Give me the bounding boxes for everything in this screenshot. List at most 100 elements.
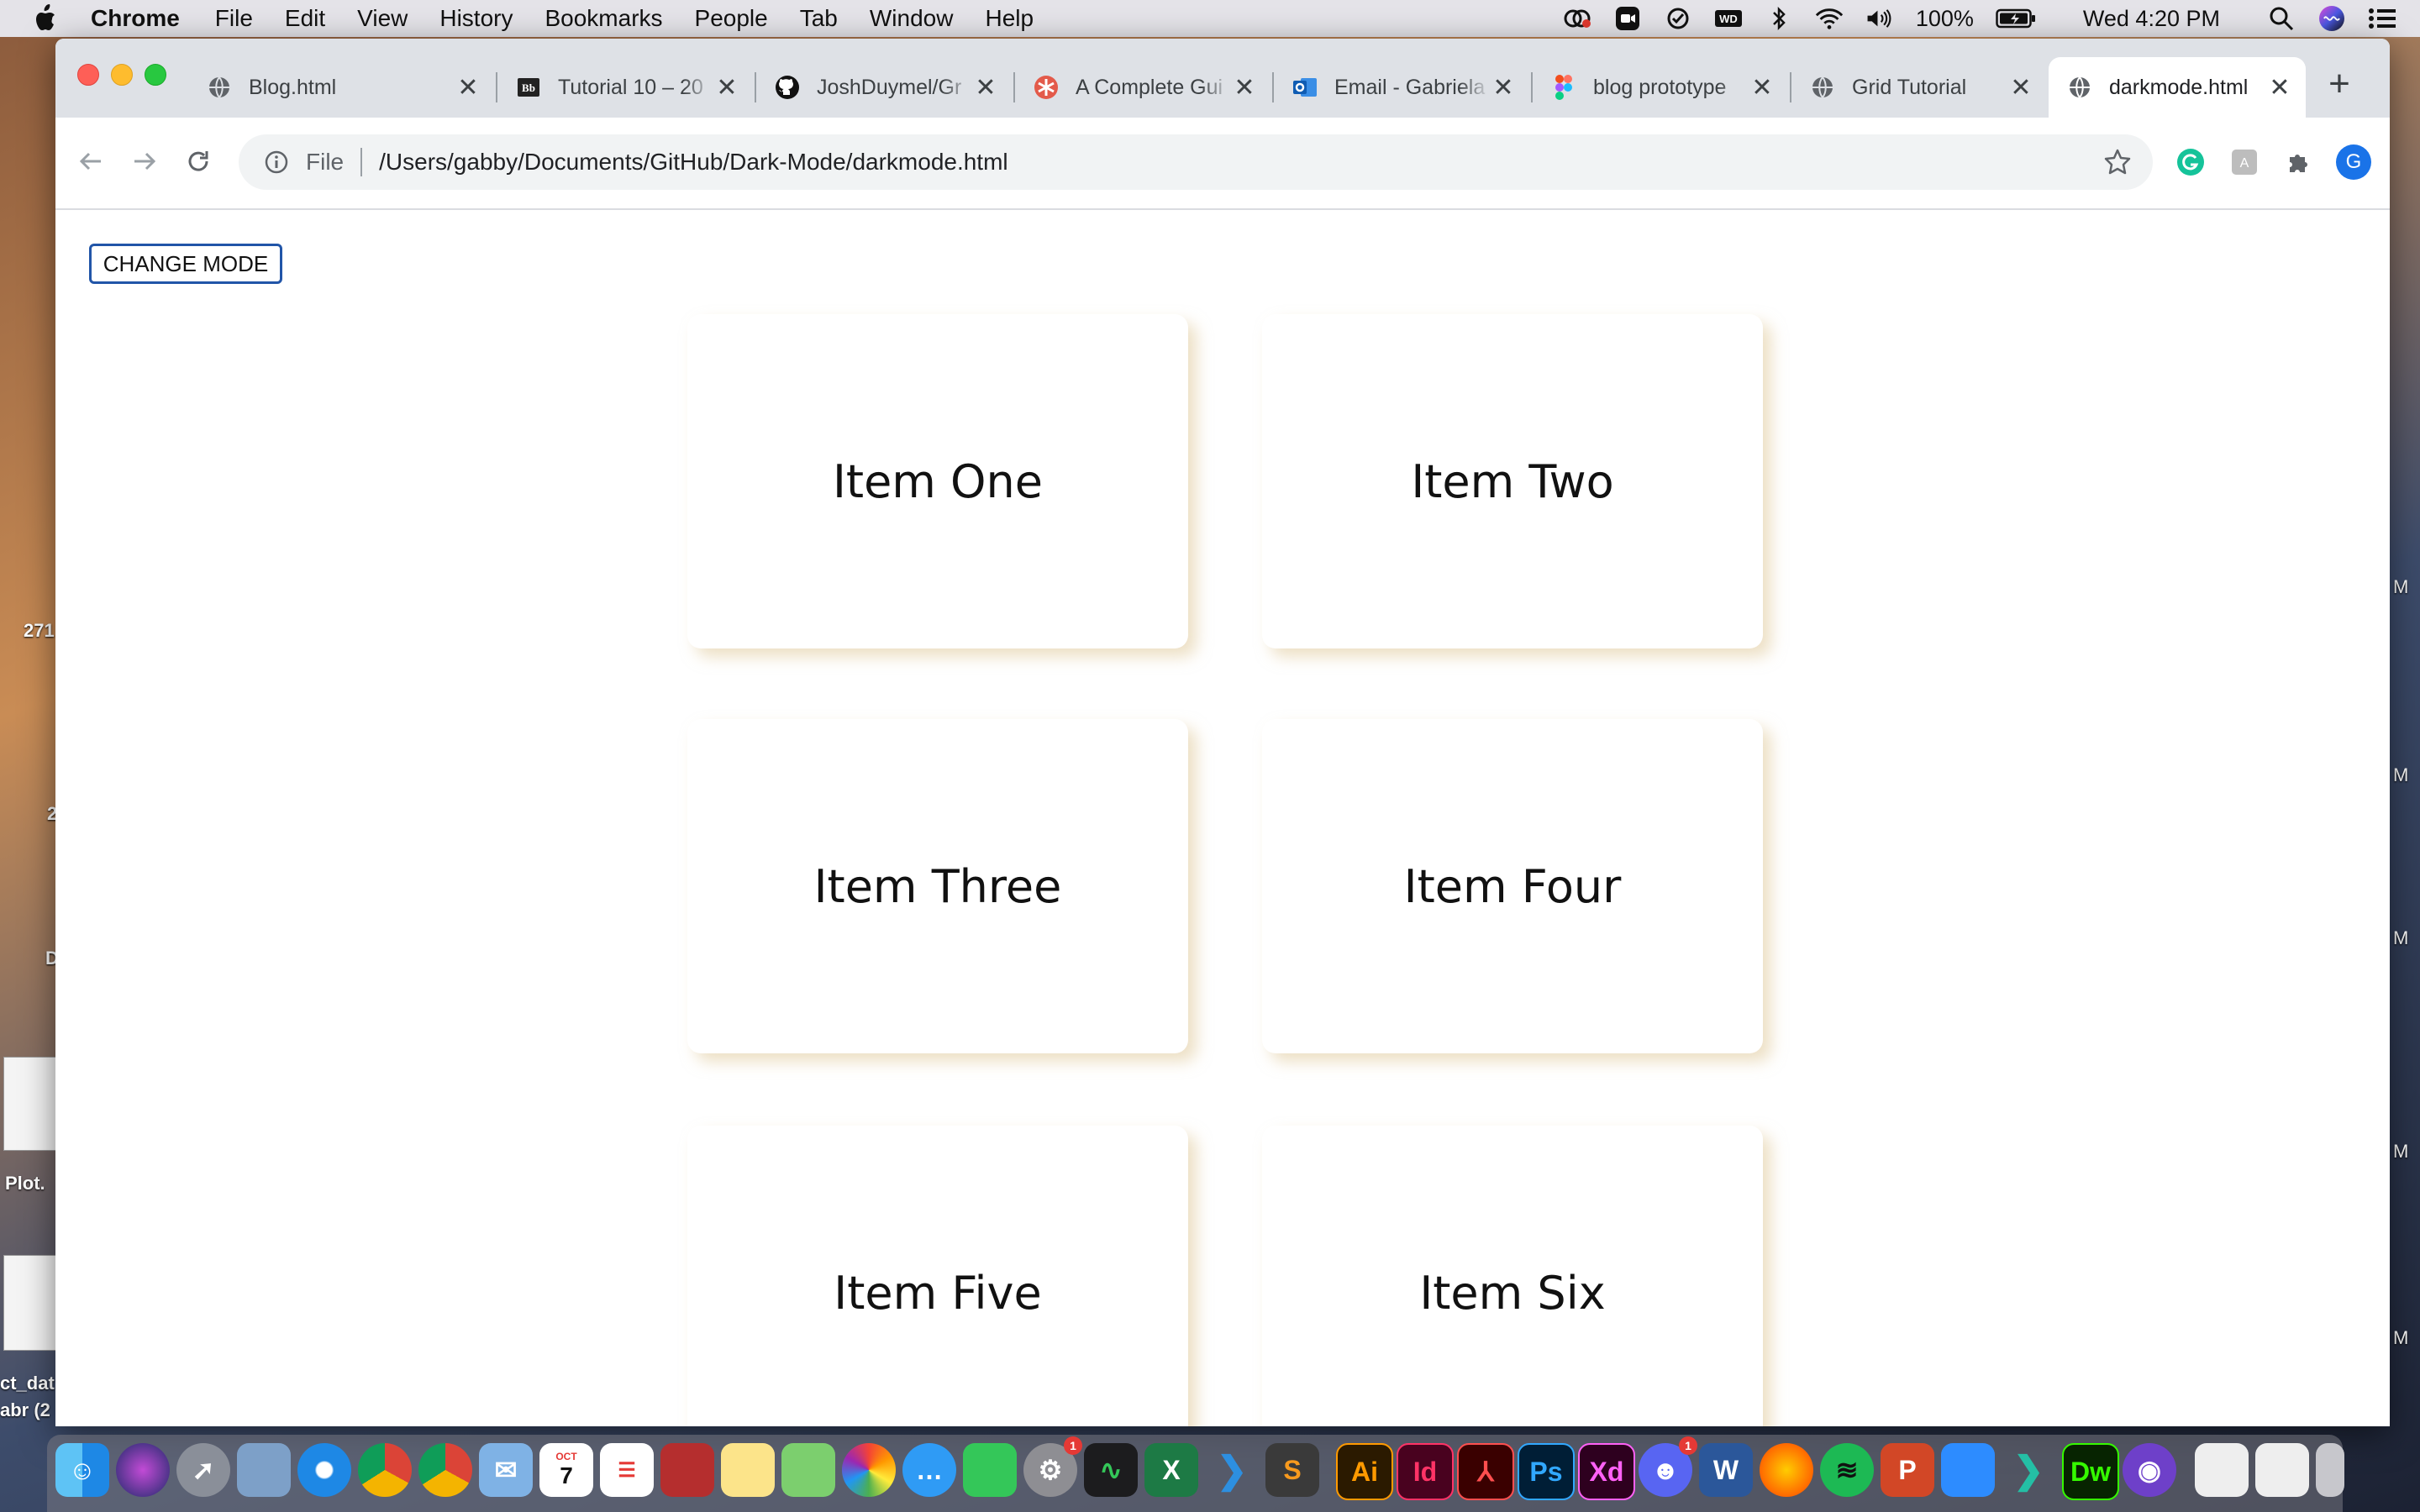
mail-icon[interactable]: ✉ <box>479 1443 533 1497</box>
menu-bookmarks[interactable]: Bookmarks <box>544 5 662 32</box>
chrome-canary-icon[interactable] <box>418 1443 472 1497</box>
siri-dock-icon[interactable] <box>116 1443 170 1497</box>
window-minimize-button[interactable] <box>111 64 133 86</box>
menu-history[interactable]: History <box>439 5 513 32</box>
sync-status-icon[interactable] <box>1664 6 1692 31</box>
menu-people[interactable]: People <box>695 5 768 32</box>
window-zoom-button[interactable] <box>145 64 166 86</box>
window-close-button[interactable] <box>77 64 99 86</box>
tab-close-icon[interactable]: ✕ <box>2267 74 2292 102</box>
puzzle-extensions-icon[interactable] <box>2282 146 2314 178</box>
menu-window[interactable]: Window <box>870 5 954 32</box>
tab-close-icon[interactable]: ✕ <box>2008 74 2033 102</box>
chrome-icon[interactable] <box>358 1443 412 1497</box>
excel-icon[interactable]: X <box>1144 1443 1198 1497</box>
url-text[interactable]: /Users/gabby/Documents/GitHub/Dark-Mode/… <box>379 149 2101 176</box>
firefox-icon[interactable] <box>1760 1443 1813 1497</box>
illustrator-icon[interactable]: Ai <box>1336 1443 1393 1500</box>
desktop-csv-thumbnail[interactable] <box>3 1255 57 1351</box>
sublime-text-icon[interactable]: S <box>1265 1443 1319 1497</box>
zoom-status-icon[interactable] <box>1613 6 1642 31</box>
battery-icon[interactable] <box>1996 6 2036 31</box>
tab-close-icon[interactable]: ✕ <box>455 74 481 102</box>
tab-close-icon[interactable]: ✕ <box>1749 74 1775 102</box>
desktop-file-label[interactable]: abr (2 <box>0 1399 50 1421</box>
xd-icon[interactable]: Xd <box>1578 1443 1635 1500</box>
change-mode-button[interactable]: CHANGE MODE <box>89 244 282 284</box>
dreamweaver-icon[interactable]: Dw <box>2062 1443 2119 1500</box>
calendar-icon[interactable]: OCT 7 <box>539 1443 593 1497</box>
bluetooth-icon[interactable] <box>1765 6 1793 31</box>
spotify-icon[interactable]: ≋ <box>1820 1443 1874 1497</box>
trash-icon[interactable] <box>2316 1443 2344 1497</box>
info-icon[interactable] <box>264 150 289 175</box>
back-arrow-icon[interactable] <box>72 143 109 180</box>
tab-close-icon[interactable]: ✕ <box>973 74 998 102</box>
github-desktop-icon[interactable]: ◉ <box>2123 1443 2176 1497</box>
extension-icon[interactable]: A <box>2228 146 2260 178</box>
tab-close-icon[interactable]: ✕ <box>1232 74 1257 102</box>
photo-booth-icon[interactable] <box>660 1443 714 1497</box>
photos-icon[interactable] <box>842 1443 896 1497</box>
menu-tab[interactable]: Tab <box>800 5 838 32</box>
browser-tab-active[interactable]: darkmode.html ✕ <box>2049 57 2306 118</box>
grid-card: Item Six <box>1262 1126 1763 1426</box>
siri-icon[interactable] <box>2317 6 2346 31</box>
browser-tab[interactable]: JoshDuymel/Gr ✕ <box>756 57 1012 118</box>
menu-view[interactable]: View <box>357 5 408 32</box>
menu-file[interactable]: File <box>215 5 253 32</box>
creative-cloud-icon[interactable] <box>1563 6 1591 31</box>
maps-icon[interactable] <box>781 1443 835 1497</box>
browser-tab[interactable]: Bb Tutorial 10 – 20 ✕ <box>497 57 753 118</box>
messages-icon[interactable]: … <box>902 1443 956 1497</box>
new-tab-plus-icon[interactable]: + <box>2319 63 2360 104</box>
powerpoint-icon[interactable]: P <box>1881 1443 1934 1497</box>
word-icon[interactable]: W <box>1699 1443 1753 1497</box>
minimized-window-thumbnail[interactable] <box>2255 1443 2309 1497</box>
card-title: Item Five <box>834 1266 1042 1320</box>
wifi-icon[interactable] <box>1815 6 1844 31</box>
browser-tab[interactable]: Email - Gabriela ✕ <box>1274 57 1529 118</box>
facetime-icon[interactable] <box>963 1443 1017 1497</box>
minimized-window-thumbnail[interactable] <box>2195 1443 2249 1497</box>
volume-icon[interactable] <box>1865 6 1894 31</box>
vscode-insiders-icon[interactable]: ❯ <box>2002 1443 2055 1497</box>
launchpad-icon[interactable]: ➚ <box>176 1443 230 1497</box>
reload-icon[interactable] <box>180 143 217 180</box>
menu-app-chrome[interactable]: Chrome <box>91 5 180 32</box>
notes-icon[interactable] <box>721 1443 775 1497</box>
desktop-file-thumbnail[interactable] <box>3 1057 57 1151</box>
browser-tab[interactable]: blog prototype ✕ <box>1533 57 1788 118</box>
menubar-clock[interactable]: Wed 4:20 PM <box>2083 6 2220 32</box>
vscode-icon[interactable]: ❯ <box>1205 1443 1259 1497</box>
notification-center-icon[interactable] <box>2368 6 2396 31</box>
github-icon <box>775 75 800 100</box>
zoom-icon[interactable] <box>1941 1443 1995 1497</box>
acrobat-icon[interactable]: ⅄ <box>1457 1443 1514 1500</box>
apple-menu-icon[interactable] <box>32 4 62 33</box>
spotlight-search-icon[interactable] <box>2267 6 2296 31</box>
desktop-file-label[interactable]: ct_dat <box>0 1373 55 1394</box>
photoshop-icon[interactable]: Ps <box>1518 1443 1575 1500</box>
tab-close-icon[interactable]: ✕ <box>1491 74 1516 102</box>
bookmark-star-icon[interactable] <box>2101 145 2134 179</box>
tab-close-icon[interactable]: ✕ <box>714 74 739 102</box>
indesign-icon[interactable]: Id <box>1397 1443 1454 1500</box>
menu-help[interactable]: Help <box>985 5 1034 32</box>
powerpoint-label: P <box>1898 1454 1917 1485</box>
profile-avatar[interactable]: G <box>2336 144 2371 180</box>
safari-icon[interactable] <box>297 1443 351 1497</box>
reminders-icon[interactable]: ☰ <box>600 1443 654 1497</box>
browser-tab[interactable]: A Complete Gui ✕ <box>1015 57 1270 118</box>
finder-icon[interactable]: ☺ <box>55 1443 109 1497</box>
activity-monitor-icon[interactable]: ∿ <box>1084 1443 1138 1497</box>
browser-tab[interactable]: Blog.html ✕ <box>188 57 494 118</box>
wd-drive-icon[interactable]: WD <box>1714 6 1743 31</box>
menu-edit[interactable]: Edit <box>285 5 325 32</box>
grammarly-extension-icon[interactable] <box>2175 146 2207 178</box>
address-bar[interactable]: File /Users/gabby/Documents/GitHub/Dark-… <box>239 134 2153 190</box>
browser-tab[interactable]: Grid Tutorial ✕ <box>1791 57 2047 118</box>
desktop-file-label[interactable]: Plot. <box>5 1173 45 1194</box>
forward-arrow-icon[interactable] <box>126 143 163 180</box>
preview-icon[interactable] <box>237 1443 291 1497</box>
